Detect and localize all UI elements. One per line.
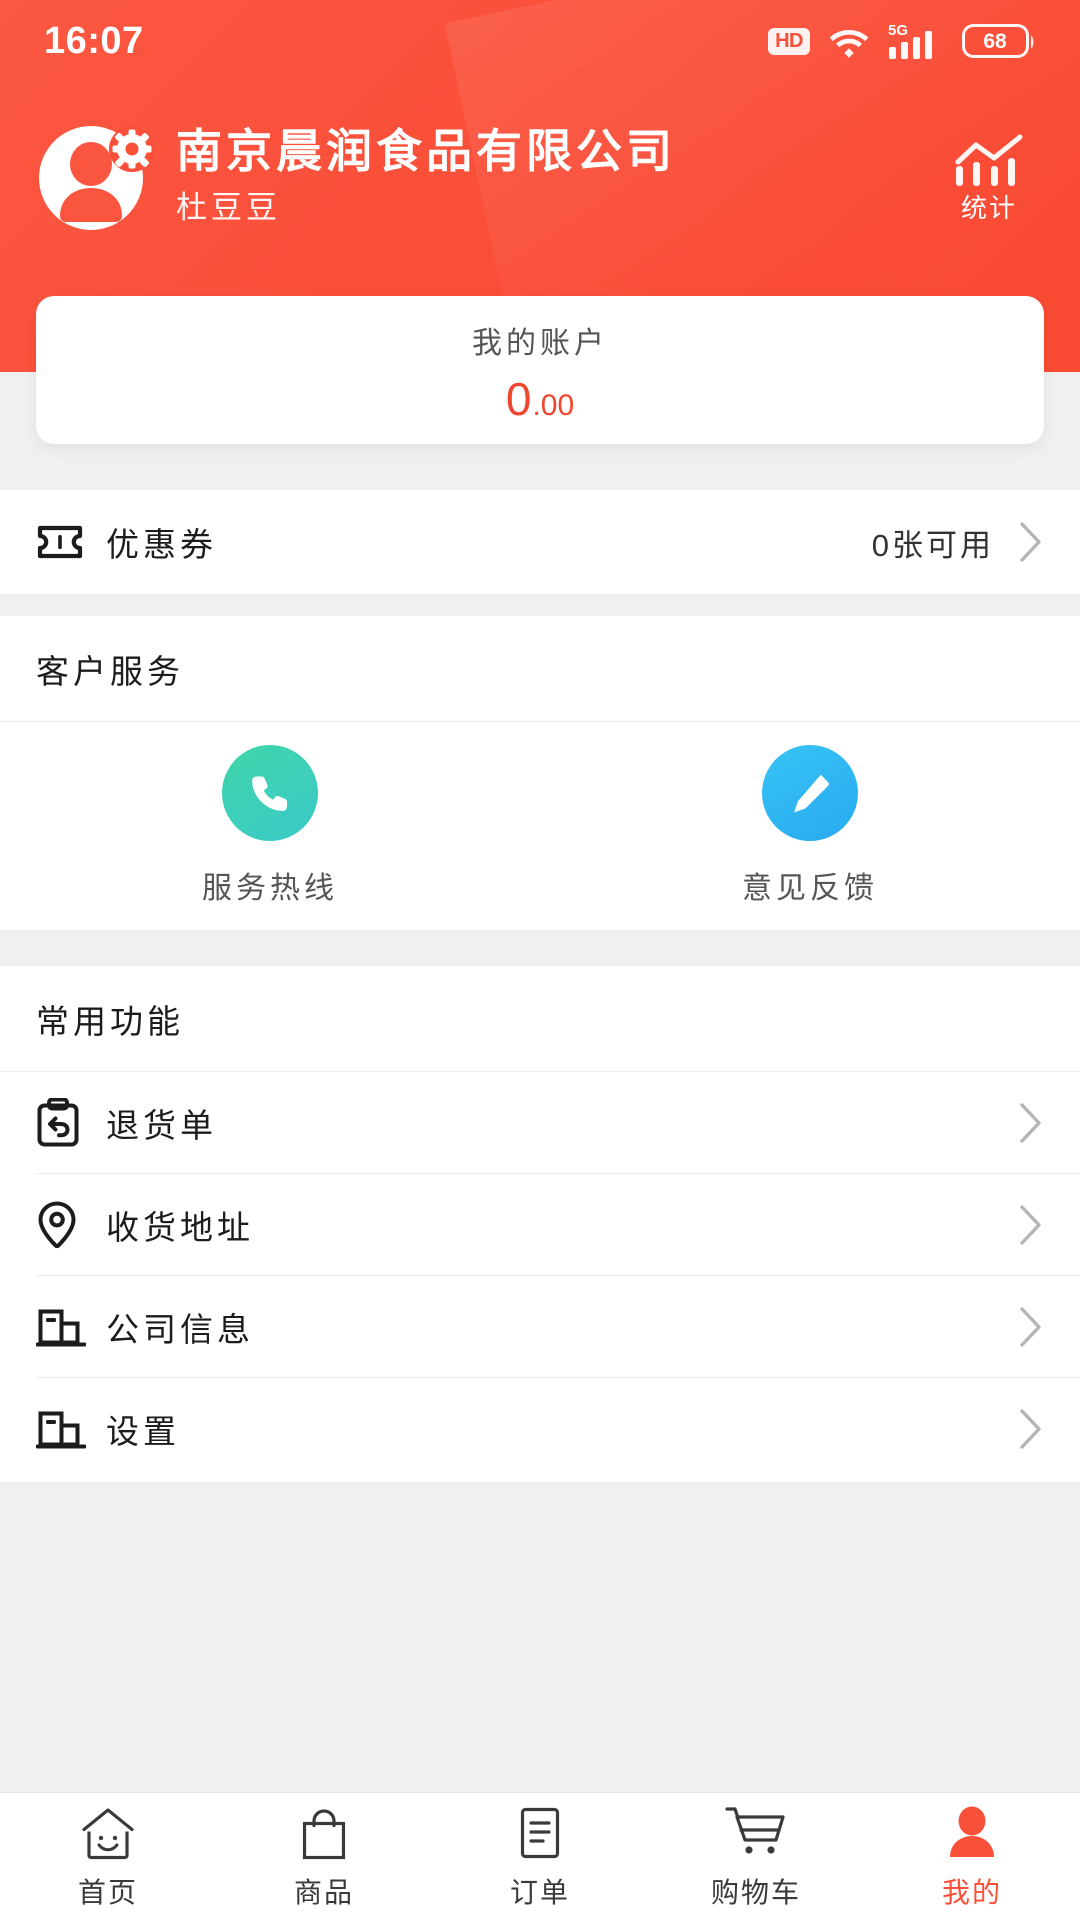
spacer-after-coupon bbox=[0, 594, 1080, 616]
common-functions-title-text: 常用功能 bbox=[36, 1003, 184, 1040]
hd-badge-icon: HD bbox=[768, 27, 810, 55]
customer-service-tiles: 服务热线 意见反馈 bbox=[0, 722, 1080, 930]
coupon-row-right: 0张可用 bbox=[872, 520, 1044, 565]
customer-service-panel: 客户服务 服务热线 意见反馈 bbox=[0, 616, 1080, 930]
list-item-right bbox=[1018, 1203, 1044, 1247]
profile-text: 南京晨润食品有限公司 杜豆豆 bbox=[176, 124, 934, 226]
list-item-right bbox=[1018, 1407, 1044, 1451]
tab-home[interactable]: 首页 bbox=[0, 1793, 216, 1920]
chevron-right-icon bbox=[1020, 1103, 1041, 1143]
coupon-row[interactable]: 优惠券 0张可用 bbox=[0, 490, 1080, 594]
battery-level-text: 68 bbox=[983, 30, 1007, 53]
phone-icon-circle bbox=[222, 745, 318, 841]
list-item-label: 设置 bbox=[106, 1413, 180, 1450]
service-hotline-label: 服务热线 bbox=[202, 872, 338, 905]
common-functions-panel: 常用功能 退货单 收货地址 公司信息 设置 bbox=[0, 966, 1080, 1482]
customer-service-title-text: 客户服务 bbox=[36, 653, 184, 690]
order-document-icon bbox=[517, 1803, 563, 1861]
phone-icon bbox=[252, 776, 287, 811]
pencil-icon bbox=[794, 774, 829, 813]
bottom-tab-bar: 首页 商品 订单 购物车 我的 bbox=[0, 1792, 1080, 1920]
list-item-shipping-address[interactable]: 收货地址 bbox=[0, 1174, 1080, 1276]
shopping-cart-icon bbox=[725, 1803, 787, 1861]
building-icon bbox=[36, 1304, 98, 1350]
account-balance: 0.00 bbox=[506, 376, 574, 422]
account-balance-decimal: .00 bbox=[532, 389, 575, 422]
location-pin-icon bbox=[36, 1200, 98, 1250]
list-item-settings[interactable]: 设置 bbox=[0, 1378, 1080, 1480]
chevron-right-icon bbox=[1020, 1409, 1041, 1449]
svg-text:5G: 5G bbox=[888, 22, 908, 39]
tab-mine[interactable]: 我的 bbox=[864, 1793, 1080, 1920]
feedback-label: 意见反馈 bbox=[742, 872, 878, 905]
company-name: 南京晨润食品有限公司 bbox=[176, 125, 676, 178]
shopping-bag-icon bbox=[299, 1803, 349, 1861]
spacer-after-services bbox=[0, 930, 1080, 966]
building-icon bbox=[36, 1406, 98, 1452]
ticket-icon bbox=[36, 524, 98, 560]
status-bar-clock: 16:07 bbox=[44, 19, 144, 62]
app-root: 16:07 HD 5G 68 南京晨润食品有限公司 杜豆豆 统计 我的账户 0.… bbox=[0, 0, 1080, 1920]
chevron-right-icon bbox=[1020, 1307, 1041, 1347]
list-item-label: 收货地址 bbox=[106, 1209, 254, 1246]
service-hotline-tile[interactable]: 服务热线 bbox=[0, 745, 540, 907]
pencil-icon-circle bbox=[762, 745, 858, 841]
tab-products[interactable]: 商品 bbox=[216, 1793, 432, 1920]
avatar[interactable] bbox=[36, 116, 154, 234]
user-name: 杜豆豆 bbox=[176, 190, 281, 226]
wifi-icon bbox=[829, 30, 869, 58]
tab-label: 首页 bbox=[77, 1876, 138, 1908]
coupon-value: 0张可用 bbox=[871, 527, 994, 563]
common-functions-title: 常用功能 bbox=[0, 966, 1080, 1072]
feedback-tile[interactable]: 意见反馈 bbox=[540, 745, 1080, 907]
tab-label: 订单 bbox=[509, 1876, 570, 1908]
list-item-label: 退货单 bbox=[106, 1107, 217, 1144]
account-balance-integer: 0 bbox=[505, 373, 533, 425]
return-clipboard-icon bbox=[36, 1098, 98, 1148]
list-item-label: 公司信息 bbox=[106, 1311, 254, 1348]
list-item-right bbox=[1018, 1101, 1044, 1145]
empty-area bbox=[0, 1482, 1080, 1792]
status-bar-icons: HD 5G 68 bbox=[768, 21, 1036, 61]
stats-button[interactable]: 统计 bbox=[934, 132, 1044, 225]
person-icon bbox=[946, 1803, 998, 1861]
spacer-after-account bbox=[0, 444, 1080, 490]
tab-cart[interactable]: 购物车 bbox=[648, 1793, 864, 1920]
user-avatar-gear-icon bbox=[39, 126, 154, 230]
status-bar: 16:07 HD 5G 68 bbox=[0, 0, 1080, 82]
tab-label: 商品 bbox=[293, 1876, 354, 1908]
list-item-right bbox=[1018, 1305, 1044, 1349]
customer-service-title: 客户服务 bbox=[0, 616, 1080, 722]
account-card[interactable]: 我的账户 0.00 bbox=[36, 296, 1044, 444]
chevron-right-icon bbox=[1020, 1205, 1041, 1245]
coupon-label: 优惠券 bbox=[106, 526, 217, 563]
stats-button-label: 统计 bbox=[960, 192, 1017, 223]
tab-label: 我的 bbox=[941, 1876, 1002, 1908]
tab-orders[interactable]: 订单 bbox=[432, 1793, 648, 1920]
chevron-right-icon bbox=[1020, 522, 1041, 562]
divider bbox=[0, 721, 1080, 722]
list-item-return-order[interactable]: 退货单 bbox=[0, 1072, 1080, 1174]
list-item-company-info[interactable]: 公司信息 bbox=[0, 1276, 1080, 1378]
battery-icon: 68 bbox=[962, 22, 1036, 60]
tab-label: 购物车 bbox=[710, 1876, 801, 1908]
home-smile-icon bbox=[80, 1803, 136, 1861]
signal-bars-icon: 5G bbox=[888, 22, 932, 59]
account-card-label: 我的账户 bbox=[472, 327, 608, 360]
coupon-panel: 优惠券 0张可用 bbox=[0, 490, 1080, 594]
profile-row: 南京晨润食品有限公司 杜豆豆 统计 bbox=[0, 100, 1080, 250]
